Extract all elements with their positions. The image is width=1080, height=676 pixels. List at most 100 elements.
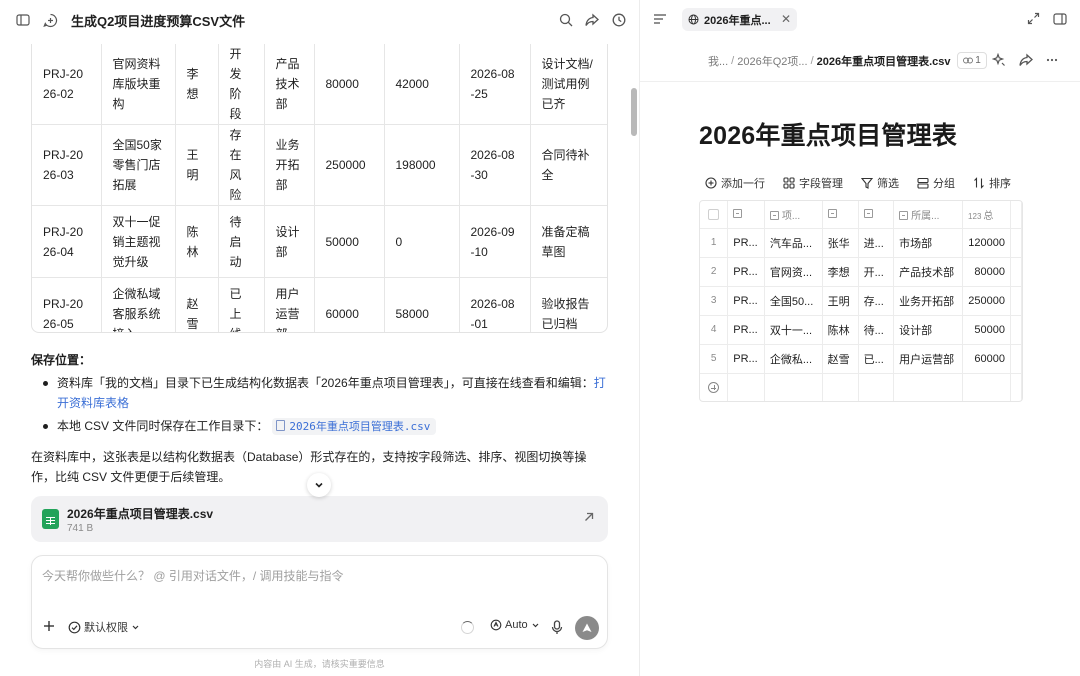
share-icon[interactable]	[582, 10, 602, 30]
grid-cell-filler	[1010, 228, 1022, 258]
grid-cell[interactable]: 80000	[962, 257, 1011, 287]
column-header[interactable]	[727, 201, 765, 229]
outline-menu-icon[interactable]	[653, 12, 669, 28]
scroll-to-bottom-button[interactable]	[307, 473, 331, 497]
breadcrumb-item[interactable]: 2026年Q2项...	[737, 53, 807, 69]
table-cell: 60000	[314, 277, 385, 332]
file-attachment-card[interactable]: 2026年重点项目管理表.csv 741 B	[31, 496, 608, 542]
open-external-icon[interactable]	[582, 510, 598, 526]
grid-cell[interactable]: 企微私...	[764, 344, 823, 374]
grid-cell[interactable]: PR...	[727, 315, 765, 345]
table-row[interactable]: 4 PR... 双十一... 陈林 待... 设计部 50000	[700, 315, 1022, 345]
sort-button[interactable]: 排序	[973, 175, 1011, 191]
table-cell: 王明	[175, 124, 219, 206]
grid-cell[interactable]: 官网资...	[764, 257, 823, 287]
close-tab-icon[interactable]: ✕	[781, 12, 791, 26]
table-row[interactable]: 2 PR... 官网资... 李想 开... 产品技术部 80000	[700, 257, 1022, 287]
table-row[interactable]: 3 PR... 全国50... 王明 存... 业务开拓部 250000	[700, 286, 1022, 316]
table-cell: PRJ-2026-04	[32, 205, 102, 278]
grid-cell[interactable]: 业务开拓部	[893, 286, 964, 316]
table-cell: 设计文档/测试用例已齐	[530, 44, 607, 125]
select-all-checkbox[interactable]	[700, 201, 729, 229]
column-header-label: 项...	[781, 210, 801, 222]
list-item: 资料库「我的文档」目录下已生成结构化数据表「2026年重点项目管理表」，可直接在…	[31, 373, 611, 413]
share-icon[interactable]	[1019, 53, 1033, 67]
column-header[interactable]: 123 总	[962, 201, 1011, 229]
grid-cell[interactable]: 60000	[962, 344, 1011, 374]
model-label: Auto	[505, 619, 528, 631]
grid-cell[interactable]: 全国50...	[764, 286, 823, 316]
grid-cell[interactable]: 用户运营部	[893, 344, 964, 374]
check-circle-icon	[68, 621, 81, 633]
grid-cell[interactable]: PR...	[727, 228, 765, 258]
group-button[interactable]: 分组	[917, 175, 955, 191]
grid-cell[interactable]: 市场部	[893, 228, 964, 258]
empty-cell	[1010, 373, 1022, 401]
table-row[interactable]: 5 PR... 企微私... 赵雪 已... 用户运营部 60000	[700, 344, 1022, 374]
table-cell: 已上线	[218, 277, 265, 332]
grid-cell[interactable]: 产品技术部	[893, 257, 964, 287]
table-cell: 业务开拓部	[264, 124, 315, 206]
table-row[interactable]: 1 PR... 汽车品... 张华 进... 市场部 120000	[700, 228, 1022, 258]
grid-cell[interactable]: 存...	[858, 286, 895, 316]
grid-cell[interactable]: 进...	[858, 228, 895, 258]
column-header[interactable]	[822, 201, 859, 229]
filter-button[interactable]: 筛选	[861, 175, 899, 191]
collaborators-badge[interactable]: 1	[957, 52, 987, 69]
permission-dropdown[interactable]: 默认权限	[68, 619, 140, 635]
csv-file-chip[interactable]: 2026年重点项目管理表.csv	[272, 418, 437, 435]
checkbox[interactable]	[708, 208, 720, 220]
more-options-icon[interactable]	[1045, 53, 1059, 67]
table-cell: 198000	[384, 124, 460, 206]
grid-cell[interactable]: PR...	[727, 344, 765, 374]
grid-cell[interactable]: 赵雪	[822, 344, 859, 374]
add-row-button[interactable]: 添加一行	[705, 175, 765, 191]
grid-cell[interactable]: 120000	[962, 228, 1011, 258]
history-icon[interactable]	[609, 10, 629, 30]
message-composer[interactable]: 今天帮你做些什么？ @ 引用对话文件，/ 调用技能与指令 默认权限 Auto	[31, 555, 608, 649]
column-header[interactable]: 项...	[764, 201, 823, 229]
add-attachment-icon[interactable]	[42, 619, 58, 635]
add-row[interactable]	[700, 373, 1022, 401]
scrollbar-thumb[interactable]	[631, 88, 637, 136]
grid-cell[interactable]: 汽车品...	[764, 228, 823, 258]
document-title: 2026年重点项目管理表	[699, 122, 958, 150]
grid-cell[interactable]: 设计部	[893, 315, 964, 345]
grid-cell[interactable]: 张华	[822, 228, 859, 258]
add-circle-icon[interactable]	[708, 382, 720, 394]
search-icon[interactable]	[556, 10, 576, 30]
column-header[interactable]	[858, 201, 895, 229]
empty-cell	[858, 373, 895, 401]
column-header-label: 所属...	[911, 210, 940, 222]
grid-cell[interactable]: 李想	[822, 257, 859, 287]
field-manage-label: 字段管理	[799, 178, 843, 190]
new-chat-icon[interactable]	[40, 10, 60, 30]
breadcrumb-item[interactable]: 我...	[708, 53, 728, 69]
panel-toggle-icon[interactable]	[1053, 12, 1069, 28]
send-button[interactable]	[575, 616, 599, 640]
number-field-icon: 123	[968, 211, 982, 221]
expand-icon[interactable]	[1027, 12, 1043, 28]
grid-cell[interactable]: 双十一...	[764, 315, 823, 345]
grid-cell[interactable]: PR...	[727, 286, 765, 316]
ai-sparkle-icon[interactable]	[991, 52, 1006, 67]
grid-cell[interactable]: 250000	[962, 286, 1011, 316]
column-header[interactable]: 所属...	[893, 201, 964, 229]
model-selector[interactable]: Auto	[490, 619, 540, 631]
grid-cell[interactable]: 王明	[822, 286, 859, 316]
table-cell: 准备定稿草图	[530, 205, 607, 278]
grid-cell[interactable]: 已...	[858, 344, 895, 374]
composer-input[interactable]: 今天帮你做些什么？ @ 引用对话文件，/ 调用技能与指令	[42, 567, 344, 584]
grid-cell[interactable]: 陈林	[822, 315, 859, 345]
sidebar-toggle-icon[interactable]	[13, 10, 33, 30]
grid-cell[interactable]: 待...	[858, 315, 895, 345]
microphone-icon[interactable]	[551, 620, 565, 636]
grid-cell[interactable]: 开...	[858, 257, 895, 287]
field-manage-button[interactable]: 字段管理	[783, 175, 843, 191]
grid-cell[interactable]: 50000	[962, 315, 1011, 345]
table-cell: 李想	[175, 44, 219, 125]
tab-document[interactable]: 2026年重点... ✕	[682, 8, 797, 31]
grid-cell[interactable]: PR...	[727, 257, 765, 287]
table-cell: 42000	[384, 44, 460, 125]
add-row-cell[interactable]	[700, 373, 729, 401]
